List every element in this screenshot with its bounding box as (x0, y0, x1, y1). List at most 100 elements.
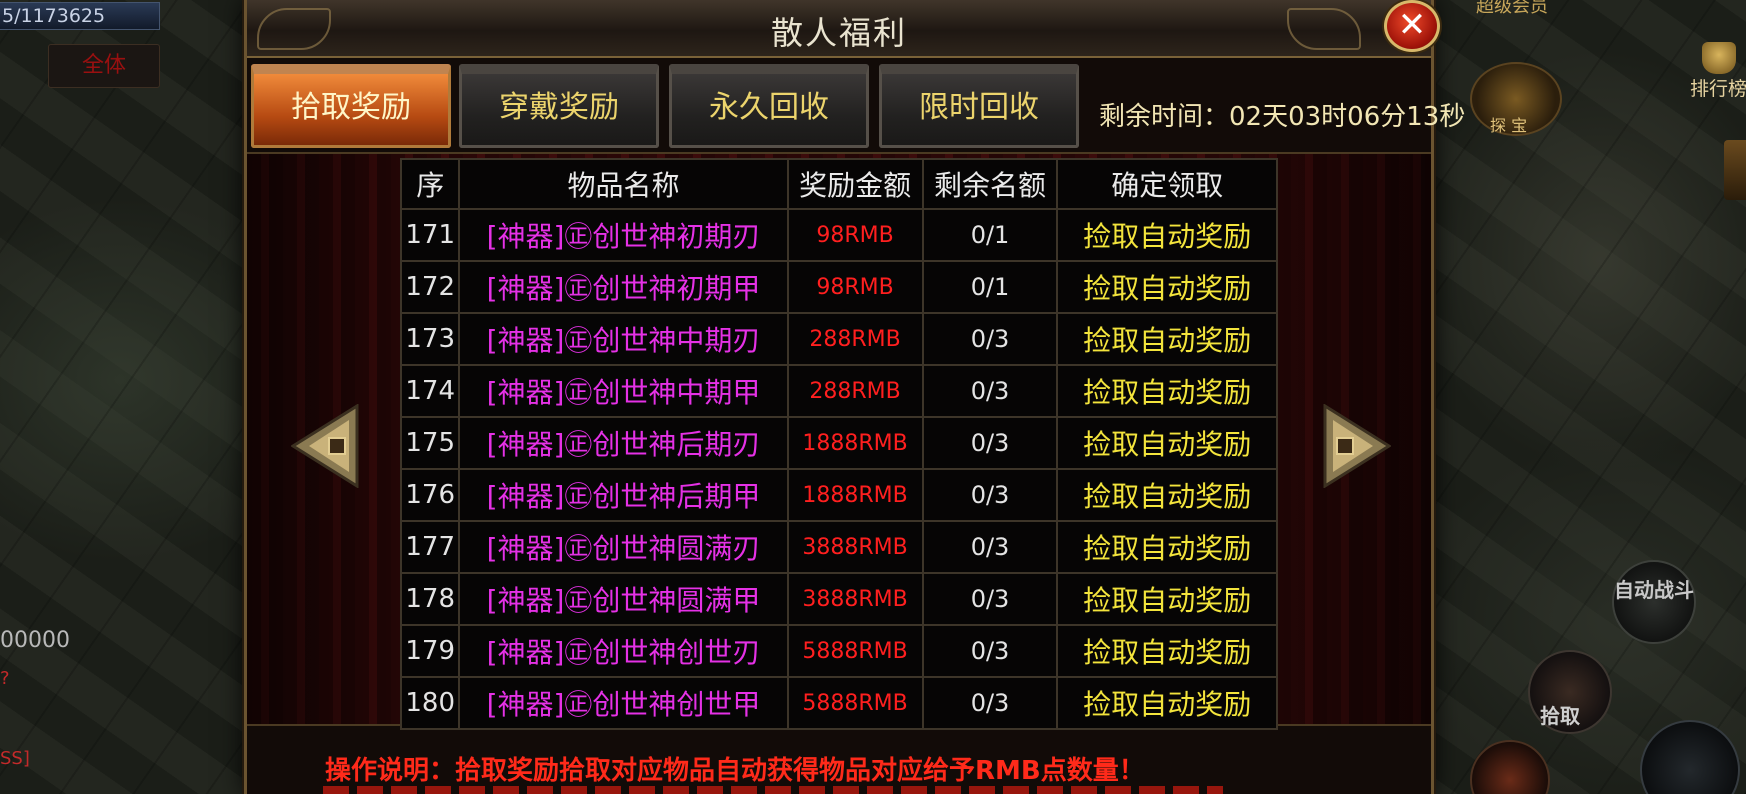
close-icon: ✕ (1397, 5, 1427, 45)
table-header-row: 序 物品名称 奖励金额 剩余名额 确定领取 (399, 158, 1278, 210)
row-amount: 3888RMB (786, 572, 924, 626)
row-item-name: [神器]㊣创世神初期刃 (458, 208, 789, 262)
row-amount: 1888RMB (786, 468, 924, 522)
row-claim-button[interactable]: 捡取自动奖励 (1056, 676, 1278, 730)
auto-fight-button[interactable]: 自动战斗 (1612, 560, 1696, 644)
row-claim-button[interactable]: 捡取自动奖励 (1056, 312, 1278, 366)
table-row: 178 [神器]㊣创世神圆满甲 3888RMB 0/3 捡取自动奖励 (399, 572, 1278, 626)
row-quota: 0/1 (921, 260, 1059, 314)
row-amount: 5888RMB (786, 676, 924, 730)
row-index: 171 (399, 208, 461, 262)
table-row: 174 [神器]㊣创世神中期甲 288RMB 0/3 捡取自动奖励 (399, 364, 1278, 418)
tab-limited-recycle[interactable]: 限时回收 (879, 64, 1079, 148)
row-index: 173 (399, 312, 461, 366)
side-tab[interactable] (1724, 140, 1746, 200)
row-item-name: [神器]㊣创世神初期甲 (458, 260, 789, 314)
pickup-label: 拾取 (1540, 704, 1580, 728)
row-item-name: [神器]㊣创世神创世刃 (458, 624, 789, 678)
row-amount: 288RMB (786, 312, 924, 366)
row-amount: 5888RMB (786, 624, 924, 678)
row-claim-button[interactable]: 捡取自动奖励 (1056, 468, 1278, 522)
hp-text: 5/1173625 (2, 5, 106, 27)
header-quota: 剩余名额 (921, 158, 1059, 210)
treasure-label: 探 宝 (1490, 116, 1528, 135)
row-amount: 288RMB (786, 364, 924, 418)
row-claim-button[interactable]: 捡取自动奖励 (1056, 624, 1278, 678)
row-item-name: [神器]㊣创世神后期甲 (458, 468, 789, 522)
reward-content: 序 物品名称 奖励金额 剩余名额 确定领取 171 [神器]㊣创世神初期刃 98RM… (247, 152, 1431, 730)
row-quota: 0/3 (921, 468, 1059, 522)
row-quota: 0/1 (921, 208, 1059, 262)
row-amount: 1888RMB (786, 416, 924, 470)
close-button[interactable]: ✕ (1384, 0, 1440, 52)
row-index: 178 (399, 572, 461, 626)
row-claim-button[interactable]: 捡取自动奖励 (1056, 364, 1278, 418)
welfare-panel: 散人福利 拾取奖励 穿戴奖励 永久回收 限时回收 剩余时间：02天03时06分1… (244, 0, 1465, 794)
vip-text[interactable]: 超级会员 (1476, 0, 1548, 18)
reward-table: 序 物品名称 奖励金额 剩余名额 确定领取 171 [神器]㊣创世神初期刃 98RM… (399, 158, 1278, 730)
row-claim-button[interactable]: 捡取自动奖励 (1056, 572, 1278, 626)
table-row: 173 [神器]㊣创世神中期刃 288RMB 0/3 捡取自动奖励 (399, 312, 1278, 366)
table-row: 171 [神器]㊣创世神初期刃 98RMB 0/1 捡取自动奖励 (399, 208, 1278, 262)
arrow-left-icon (290, 403, 359, 489)
left-marker: ? (0, 668, 10, 689)
table-row: 176 [神器]㊣创世神后期甲 1888RMB 0/3 捡取自动奖励 (399, 468, 1278, 522)
arrow-right-icon (1323, 403, 1392, 489)
row-item-name: [神器]㊣创世神中期甲 (458, 364, 789, 418)
row-index: 172 (399, 260, 461, 314)
hp-bar: 5/1173625 (0, 2, 160, 30)
rank-button[interactable]: 排行榜 (1690, 38, 1746, 102)
row-index: 177 (399, 520, 461, 574)
row-index: 174 (399, 364, 461, 418)
table-row: 180 [神器]㊣创世神创世甲 5888RMB 0/3 捡取自动奖励 (399, 676, 1278, 730)
remaining-time: 剩余时间：02天03时06分13秒 (1099, 102, 1466, 132)
left-marker-bottom: SS] (0, 748, 30, 769)
row-quota: 0/3 (921, 312, 1059, 366)
left-number-text: 00000 (0, 628, 70, 653)
tab-permanent-recycle[interactable]: 永久回收 (669, 64, 869, 148)
row-quota: 0/3 (921, 572, 1059, 626)
row-quota: 0/3 (921, 520, 1059, 574)
row-item-name: [神器]㊣创世神后期刃 (458, 416, 789, 470)
row-amount: 3888RMB (786, 520, 924, 574)
trophy-icon (1702, 42, 1736, 74)
header-index: 序 (399, 158, 461, 210)
header-item-name: 物品名称 (458, 158, 789, 210)
operation-note: 操作说明：拾取奖励拾取对应物品自动获得物品对应给予RMB点数量！ (325, 756, 1145, 786)
row-quota: 0/3 (921, 364, 1059, 418)
row-quota: 0/3 (921, 416, 1059, 470)
row-claim-button[interactable]: 捡取自动奖励 (1056, 260, 1278, 314)
row-quota: 0/3 (921, 676, 1059, 730)
rank-label: 排行榜 (1690, 78, 1746, 100)
row-claim-button[interactable]: 捡取自动奖励 (1056, 208, 1278, 262)
table-row: 172 [神器]㊣创世神初期甲 98RMB 0/1 捡取自动奖励 (399, 260, 1278, 314)
row-item-name: [神器]㊣创世神圆满刃 (458, 520, 789, 574)
row-item-name: [神器]㊣创世神中期刃 (458, 312, 789, 366)
row-item-name: [神器]㊣创世神圆满甲 (458, 572, 789, 626)
row-amount: 98RMB (786, 260, 924, 314)
prev-page-button[interactable] (290, 403, 363, 489)
title-bar: 散人福利 (247, 0, 1431, 58)
row-item-name: [神器]㊣创世神创世甲 (458, 676, 789, 730)
header-claim: 确定领取 (1056, 158, 1278, 210)
panel-title: 散人福利 (770, 14, 907, 52)
tab-wear-reward[interactable]: 穿戴奖励 (459, 64, 659, 148)
row-claim-button[interactable]: 捡取自动奖励 (1056, 416, 1278, 470)
chat-channel-tab[interactable]: 全体 (48, 44, 160, 88)
treasure-button[interactable]: 探 宝 (1470, 62, 1562, 136)
row-index: 176 (399, 468, 461, 522)
tab-pickup-reward[interactable]: 拾取奖励 (251, 64, 451, 148)
row-claim-button[interactable]: 捡取自动奖励 (1056, 520, 1278, 574)
table-row: 175 [神器]㊣创世神后期刃 1888RMB 0/3 捡取自动奖励 (399, 416, 1278, 470)
row-amount: 98RMB (786, 208, 924, 262)
table-row: 179 [神器]㊣创世神创世刃 5888RMB 0/3 捡取自动奖励 (399, 624, 1278, 678)
header-amount: 奖励金额 (786, 158, 924, 210)
row-index: 179 (399, 624, 461, 678)
row-index: 180 (399, 676, 461, 730)
row-index: 175 (399, 416, 461, 470)
pickup-button[interactable]: 拾取 (1528, 650, 1612, 734)
note-second-line (323, 786, 1223, 794)
table-row: 177 [神器]㊣创世神圆满刃 3888RMB 0/3 捡取自动奖励 (399, 520, 1278, 574)
row-quota: 0/3 (921, 624, 1059, 678)
next-page-button[interactable] (1319, 403, 1392, 489)
